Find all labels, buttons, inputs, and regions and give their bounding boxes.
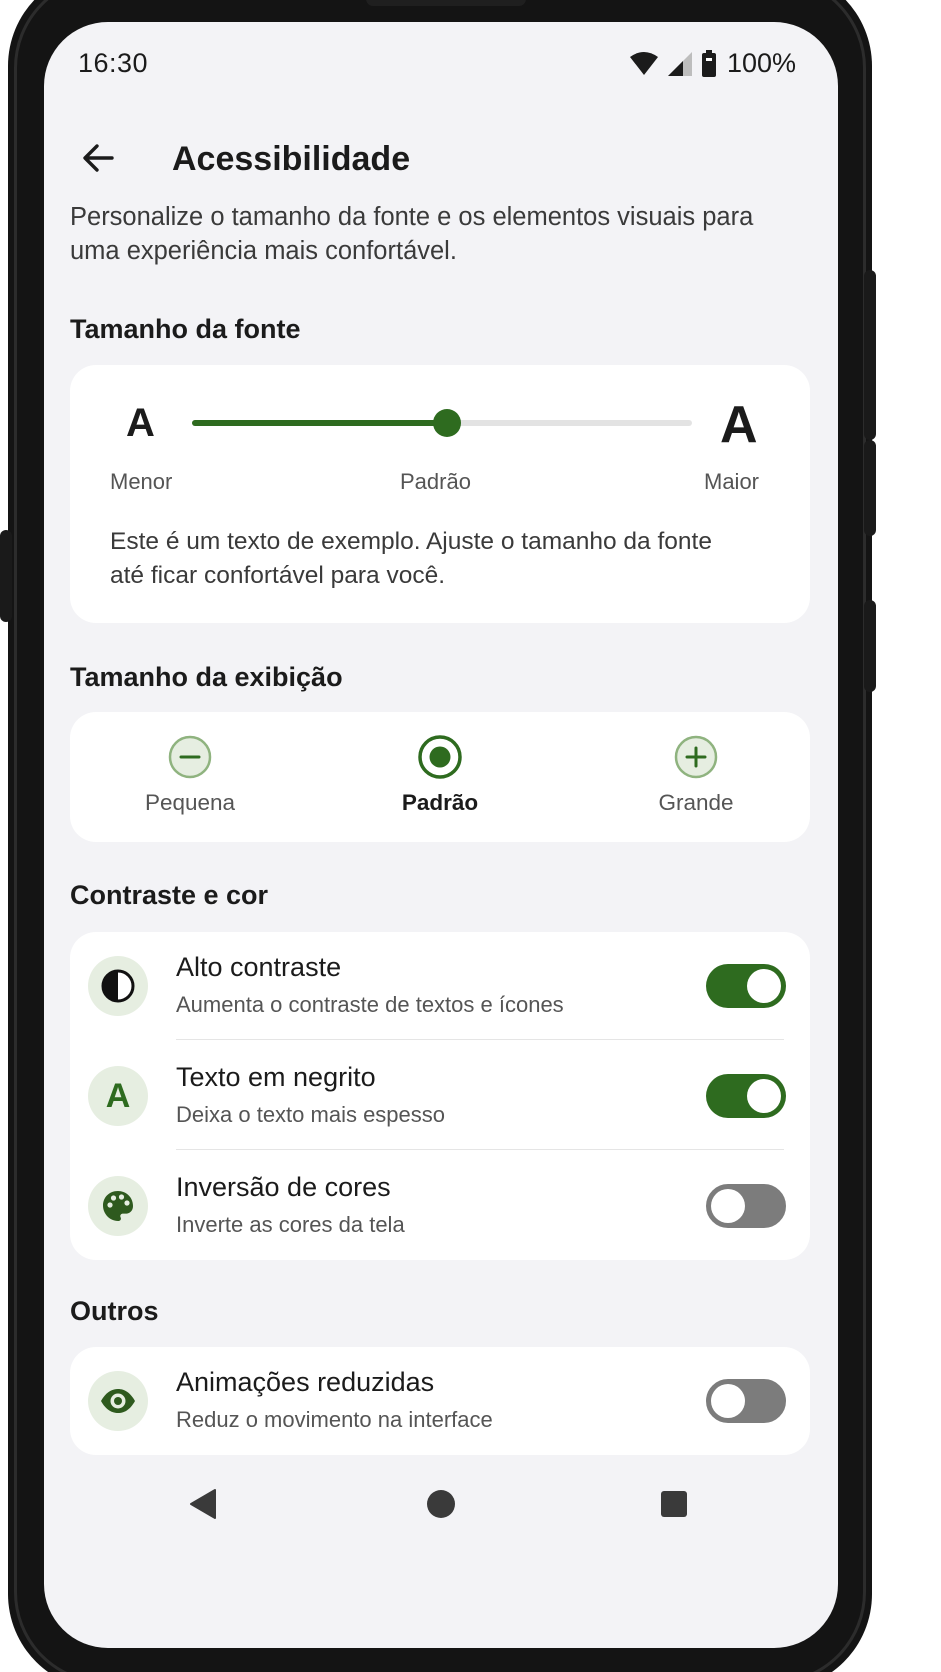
screen: 16:30 100% Acessibilidade Personalize o …: [44, 22, 838, 1648]
toggle-knob: [747, 969, 781, 1003]
setting-title: Texto em negrito: [176, 1062, 376, 1092]
color-inversion-toggle[interactable]: [706, 1184, 786, 1228]
setting-subtitle: Deixa o texto mais espesso: [176, 1102, 446, 1127]
display-option-default[interactable]: Padrão: [330, 734, 550, 816]
page-title: Acessibilidade: [172, 140, 411, 178]
arrow-left-icon: [83, 144, 114, 172]
status-bar: 16:30 100%: [44, 22, 838, 112]
side-button-left: [0, 530, 12, 622]
nav-back-button[interactable]: [174, 1474, 234, 1534]
setting-row-color-inversion[interactable]: Inversão de cores Inverte as cores da te…: [70, 1152, 810, 1260]
icon-container: [88, 1176, 148, 1236]
palette-icon: [103, 1191, 133, 1221]
battery-icon: [701, 49, 716, 77]
nav-home-icon: [427, 1490, 455, 1518]
slider-label-mid: Padrão: [400, 469, 471, 494]
status-time: 16:30: [78, 48, 149, 78]
volume-up-button: [864, 270, 876, 440]
battery-percentage: 100%: [726, 48, 796, 78]
slider-fill: [192, 420, 447, 426]
display-size-card: Pequena Padrão Grande: [70, 712, 810, 842]
toggle-knob: [711, 1384, 745, 1418]
minus-circle-icon: [168, 735, 212, 779]
setting-title: Inversão de cores: [176, 1172, 391, 1202]
divider: [176, 1039, 784, 1040]
icon-container: A: [88, 1066, 148, 1126]
eye-icon: [101, 1389, 135, 1413]
section-title-others: Outros: [70, 1296, 159, 1326]
display-option-large[interactable]: Grande: [586, 734, 806, 816]
back-button[interactable]: [72, 132, 124, 184]
navigation-bar: [44, 1462, 838, 1542]
setting-subtitle: Aumenta o contraste de textos e ícones: [176, 992, 564, 1017]
contrast-card: Alto contraste Aumenta o contraste de te…: [70, 932, 810, 1260]
others-card: Animações reduzidas Reduz o movimento na…: [70, 1347, 810, 1455]
font-size-card: A A Menor Padrão Maior Este é um texto d…: [70, 365, 810, 623]
setting-row-bold-text[interactable]: A Texto em negrito Deixa o texto mais es…: [70, 1042, 810, 1150]
nav-home-button[interactable]: [411, 1474, 471, 1534]
slider-thumb[interactable]: [433, 409, 461, 437]
high-contrast-toggle[interactable]: [706, 964, 786, 1008]
icon-container: [88, 1371, 148, 1431]
section-title-display-size: Tamanho da exibição: [70, 662, 343, 692]
slider-label-max: Maior: [704, 469, 760, 494]
icon-container: [88, 956, 148, 1016]
font-large-glyph: A: [720, 396, 758, 454]
display-option-label: Grande: [658, 790, 734, 815]
display-option-small[interactable]: Pequena: [80, 734, 300, 816]
section-title-contrast: Contraste e cor: [70, 880, 269, 910]
toggle-knob: [711, 1189, 745, 1223]
bold-text-toggle[interactable]: [706, 1074, 786, 1118]
setting-title: Alto contraste: [176, 952, 342, 982]
radio-selected-icon: [418, 735, 462, 779]
intro-text: Personalize o tamanho da fonte e os elem…: [70, 203, 754, 265]
wifi-icon: [629, 51, 658, 75]
setting-subtitle: Inverte as cores da tela: [176, 1212, 405, 1237]
setting-row-reduced-animations[interactable]: Animações reduzidas Reduz o movimento na…: [70, 1347, 810, 1455]
bold-text-icon: A: [105, 1076, 131, 1115]
reduced-animations-toggle[interactable]: [706, 1379, 786, 1423]
slider-label-min: Menor: [110, 469, 173, 494]
font-size-slider[interactable]: [192, 409, 692, 437]
section-title-font-size: Tamanho da fonte: [70, 314, 301, 344]
plus-circle-icon: [674, 735, 718, 779]
status-icons: 100%: [629, 48, 796, 79]
volume-down-button: [864, 440, 876, 536]
setting-row-high-contrast[interactable]: Alto contraste Aumenta o contraste de te…: [70, 932, 810, 1040]
signal-icon: [667, 51, 692, 76]
nav-recents-button[interactable]: [644, 1474, 704, 1534]
display-option-label: Padrão: [401, 790, 479, 815]
setting-title: Animações reduzidas: [176, 1367, 435, 1397]
nav-back-icon: [190, 1489, 216, 1519]
divider: [176, 1149, 784, 1150]
display-option-label: Pequena: [144, 790, 236, 815]
font-sample-text: Este é um texto de exemplo. Ajuste o tam…: [110, 528, 712, 589]
nav-recents-icon: [661, 1491, 687, 1517]
contrast-icon: [101, 969, 135, 1003]
toggle-knob: [747, 1079, 781, 1113]
font-small-glyph: A: [126, 401, 155, 445]
camera-notch: [366, 0, 526, 6]
app-bar: Acessibilidade: [44, 112, 838, 208]
setting-subtitle: Reduz o movimento na interface: [176, 1407, 493, 1432]
power-button: [864, 600, 876, 692]
